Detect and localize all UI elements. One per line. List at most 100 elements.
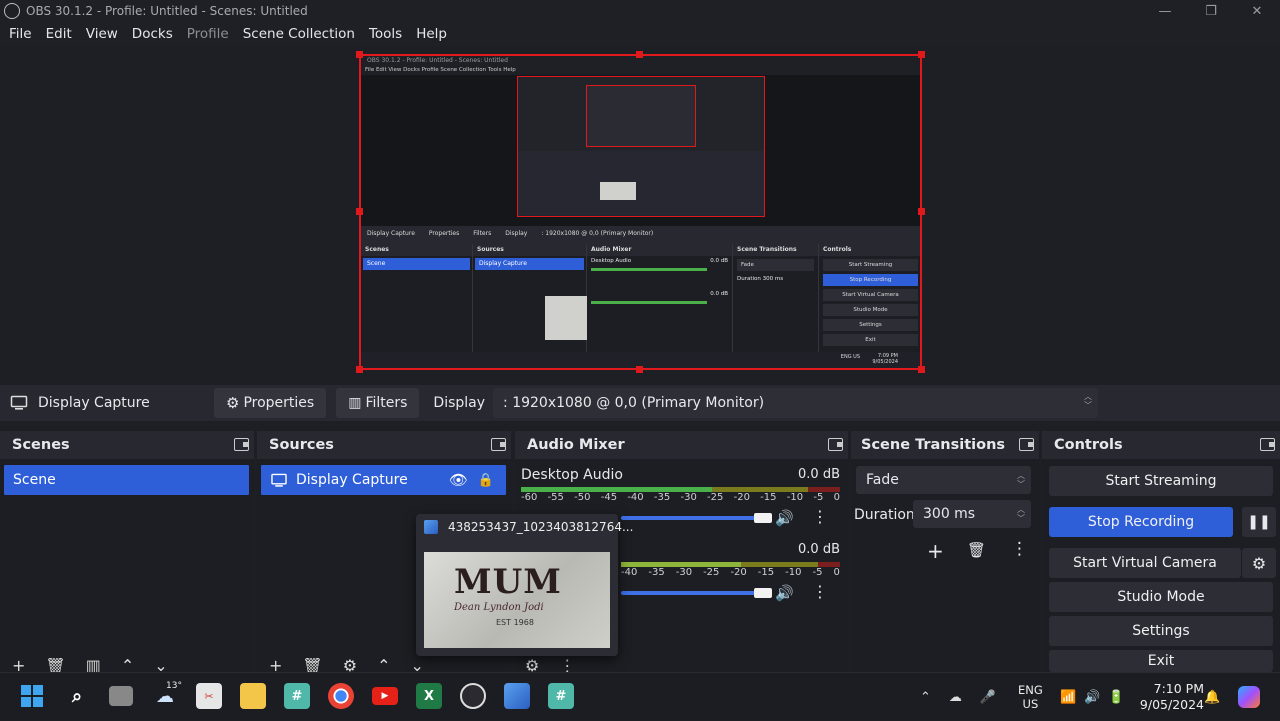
filters-label: Filters <box>365 395 408 411</box>
studio-mode-button[interactable]: Studio Mode <box>1049 582 1273 612</box>
copilot-icon[interactable] <box>1238 673 1260 721</box>
status-icons[interactable]: 📶 🔊 🔋 <box>1060 673 1125 721</box>
trash-icon[interactable]: 🗑 <box>967 541 986 559</box>
menu-file[interactable]: File <box>4 26 41 42</box>
mini-display-value: : 1920x1080 @ 0,0 (Primary Monitor) <box>541 230 654 237</box>
menu-view[interactable]: View <box>81 26 127 42</box>
properties-button[interactable]: ⚙ Properties <box>214 388 327 418</box>
virtual-camera-settings-button[interactable]: ⚙ <box>1242 548 1276 578</box>
select-arrows-icon: ︿ ﹀ <box>1084 392 1093 410</box>
resize-handle-b[interactable] <box>636 366 643 373</box>
meter-tick-label: -10 <box>786 492 804 503</box>
display-select-value: : 1920x1080 @ 0,0 (Primary Monitor) <box>503 395 765 411</box>
audio-mixer-title: Audio Mixer <box>527 437 625 453</box>
exit-button[interactable]: Exit <box>1049 650 1273 672</box>
excel-icon[interactable]: X <box>416 683 442 709</box>
filters-button[interactable]: ▥ Filters <box>336 388 420 418</box>
search-icon[interactable]: ⌕ <box>64 683 90 709</box>
youtube-icon[interactable]: ▶ <box>372 687 398 705</box>
onedrive-icon[interactable]: ☁ <box>949 690 962 705</box>
kebab-menu-icon[interactable]: ⋮ <box>812 582 828 601</box>
resize-handle-bl[interactable] <box>356 366 363 373</box>
mini-dock-area: Display Capture Properties Filters Displ… <box>361 226 920 354</box>
sources-header: Sources <box>257 431 511 459</box>
scene-item[interactable]: Scene <box>4 465 249 495</box>
pause-recording-button[interactable]: ❚❚ <box>1242 507 1276 537</box>
scene-item-label: Scene <box>13 472 56 488</box>
lock-icon[interactable]: 🔒 <box>478 473 494 488</box>
window-controls: — ❐ ✕ <box>1142 0 1280 22</box>
task-view-icon[interactable] <box>109 686 133 706</box>
stop-recording-button[interactable]: Stop Recording <box>1049 507 1233 537</box>
preview-area[interactable]: OBS 30.1.2 - Profile: Untitled - Scenes:… <box>0 46 1280 382</box>
controls-header: Controls <box>1042 431 1280 459</box>
speaker-icon[interactable]: 🔊 <box>775 584 794 602</box>
resize-handle-br[interactable] <box>918 366 925 373</box>
add-icon[interactable]: + <box>927 539 944 563</box>
display-select[interactable]: : 1920x1080 @ 0,0 (Primary Monitor) ︿ ﹀ <box>493 388 1099 418</box>
menu-tools[interactable]: Tools <box>364 26 411 42</box>
source-item[interactable]: Display Capture 👁 🔒 <box>261 465 506 495</box>
transition-select[interactable]: Fade ︿ ﹀ <box>856 466 1031 494</box>
chrome-icon[interactable] <box>328 683 354 709</box>
meter-tick-label: -40 <box>621 567 638 578</box>
fader-knob[interactable] <box>754 588 772 598</box>
close-button[interactable]: ✕ <box>1234 0 1280 22</box>
app-icon-green[interactable]: # <box>284 683 310 709</box>
notification-icon[interactable]: 🔔 <box>1204 673 1220 721</box>
resize-handle-tl[interactable] <box>356 51 363 58</box>
fader-knob[interactable] <box>754 513 772 523</box>
speaker-icon[interactable]: 🔊 <box>775 509 794 527</box>
menu-help[interactable]: Help <box>411 26 456 42</box>
meter-tick-label: -60 <box>521 492 538 503</box>
app-icon-green-2[interactable]: # <box>548 683 574 709</box>
obs-icon[interactable] <box>460 683 486 709</box>
undock-icon[interactable] <box>1019 438 1034 451</box>
image-text: MUM <box>454 562 562 602</box>
duration-spinbox[interactable]: 300 ms ︿ ﹀ <box>913 500 1031 528</box>
menu-docks[interactable]: Docks <box>127 26 182 42</box>
snipping-tool-icon[interactable]: ✂ <box>196 683 222 709</box>
kebab-menu-icon[interactable]: ⋮ <box>812 507 828 526</box>
current-source: Display Capture <box>0 395 214 411</box>
menu-scene-collection[interactable]: Scene Collection <box>238 26 364 42</box>
language-indicator[interactable]: ENG US <box>1018 683 1043 711</box>
meter-tick-label: -25 <box>703 567 720 578</box>
menu-edit[interactable]: Edit <box>41 26 81 42</box>
undock-icon[interactable] <box>828 438 843 451</box>
resize-handle-l[interactable] <box>356 208 363 215</box>
meter-tick-label: 0 <box>833 567 840 578</box>
resize-handle-t[interactable] <box>636 51 643 58</box>
photos-icon[interactable] <box>504 683 530 709</box>
sources-title: Sources <box>269 437 334 453</box>
microphone-icon[interactable]: 🎤 <box>980 690 996 705</box>
eye-icon[interactable]: 👁 <box>449 471 468 489</box>
start-button[interactable] <box>19 683 45 709</box>
transitions-title: Scene Transitions <box>861 437 1006 453</box>
duration-label: Duration <box>854 507 915 523</box>
chevron-up-icon[interactable]: ⌃ <box>920 690 931 705</box>
volume-fader[interactable] <box>621 591 765 595</box>
maximize-button[interactable]: ❐ <box>1188 0 1234 22</box>
resize-handle-tr[interactable] <box>918 51 925 58</box>
weather-temp: 13° <box>166 681 182 691</box>
monitor-icon <box>271 473 287 487</box>
volume-fader[interactable] <box>621 516 765 520</box>
preview-canvas[interactable]: OBS 30.1.2 - Profile: Untitled - Scenes:… <box>359 54 922 370</box>
kebab-menu-icon[interactable]: ⋮ <box>1011 539 1028 559</box>
clock[interactable]: 7:10 PM 9/05/2024 <box>1140 681 1204 713</box>
minimize-button[interactable]: — <box>1142 0 1188 22</box>
image-est: EST 1968 <box>496 618 534 627</box>
title-bar: OBS 30.1.2 - Profile: Untitled - Scenes:… <box>0 0 1280 22</box>
start-streaming-button[interactable]: Start Streaming <box>1049 466 1273 496</box>
undock-icon[interactable] <box>234 438 249 451</box>
resize-handle-r[interactable] <box>918 208 925 215</box>
settings-button[interactable]: Settings <box>1049 616 1273 646</box>
source-toolbar: Display Capture ⚙ Properties ▥ Filters D… <box>0 385 1280 421</box>
start-virtual-camera-button[interactable]: Start Virtual Camera <box>1049 548 1241 578</box>
undock-icon[interactable] <box>491 438 506 451</box>
menu-profile[interactable]: Profile <box>182 26 238 42</box>
undock-icon[interactable] <box>1260 438 1275 451</box>
window-thumbnail-popup[interactable]: 438253437_1023403812764... MUM Dean Lynd… <box>416 514 633 656</box>
file-explorer-icon[interactable] <box>240 683 266 709</box>
